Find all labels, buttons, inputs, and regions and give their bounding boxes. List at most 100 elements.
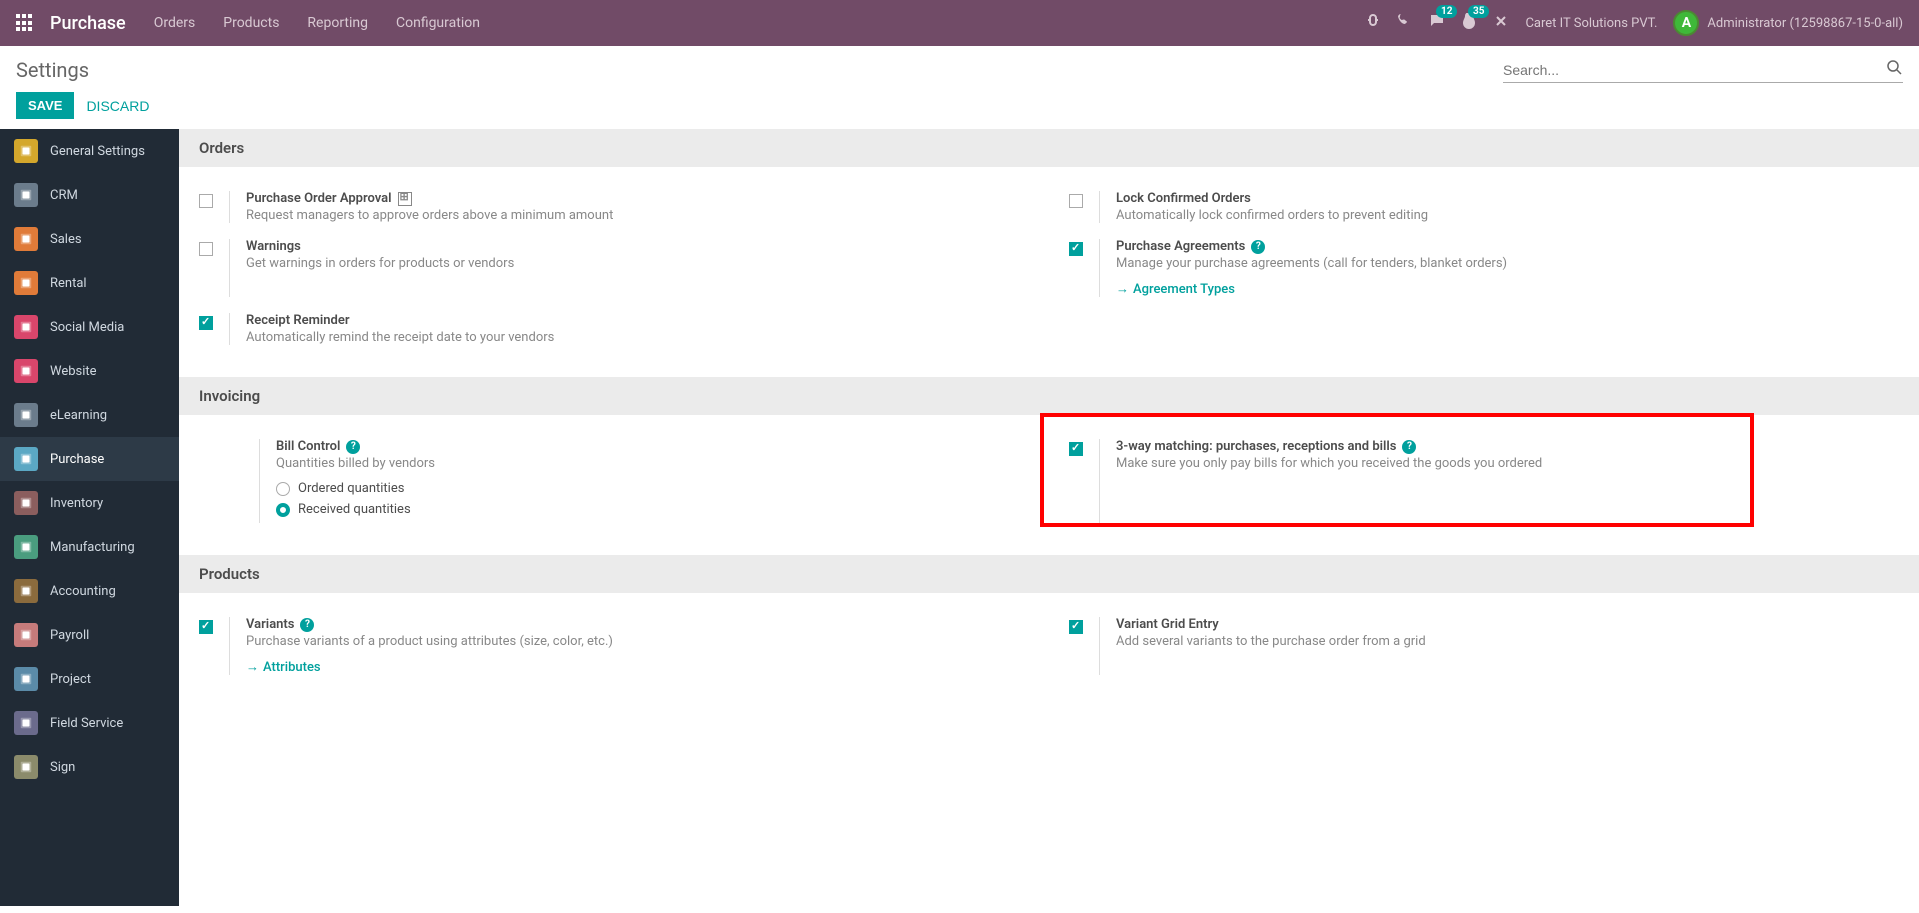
sidebar-item-general-settings[interactable]: General Settings — [0, 129, 179, 173]
sidebar-icon — [14, 711, 38, 735]
sidebar-item-accounting[interactable]: Accounting — [0, 569, 179, 613]
receipt-reminder-checkbox[interactable] — [199, 316, 213, 330]
sidebar-icon — [14, 447, 38, 471]
control-panel: Settings SAVE DISCARD — [0, 46, 1919, 129]
sidebar-item-label: Sign — [50, 760, 75, 775]
sidebar-item-sales[interactable]: Sales — [0, 217, 179, 261]
close-icon[interactable] — [1493, 13, 1509, 33]
sidebar-item-sign[interactable]: Sign — [0, 745, 179, 789]
menu-configuration[interactable]: Configuration — [396, 15, 480, 31]
help-icon[interactable]: ? — [300, 618, 314, 632]
sidebar-item-label: General Settings — [50, 144, 145, 159]
activity-icon[interactable]: 35 — [1461, 13, 1477, 33]
agreements-desc: Manage your purchase agreements (call fo… — [1116, 256, 1899, 271]
section-orders-header: Orders — [179, 129, 1919, 167]
messaging-badge: 12 — [1436, 5, 1457, 18]
sidebar-icon — [14, 535, 38, 559]
debug-icon[interactable] — [1365, 13, 1381, 33]
menu-products[interactable]: Products — [223, 15, 279, 31]
sidebar-icon — [14, 271, 38, 295]
sidebar-item-website[interactable]: Website — [0, 349, 179, 393]
po-approval-checkbox[interactable] — [199, 194, 213, 208]
variant-grid-desc: Add several variants to the purchase ord… — [1116, 634, 1899, 649]
receipt-reminder-title: Receipt Reminder — [246, 313, 1029, 328]
sidebar-item-label: Rental — [50, 276, 87, 291]
section-products-header: Products — [179, 555, 1919, 593]
app-brand[interactable]: Purchase — [50, 13, 126, 34]
po-approval-title: Purchase Order Approval — [246, 191, 392, 206]
sidebar-item-crm[interactable]: CRM — [0, 173, 179, 217]
sidebar-item-purchase[interactable]: Purchase — [0, 437, 179, 481]
received-qty-option[interactable]: Received quantities — [276, 502, 1029, 517]
settings-content: Orders Purchase Order Approval Request m… — [179, 129, 1919, 906]
help-icon[interactable]: ? — [1402, 440, 1416, 454]
sidebar-item-field-service[interactable]: Field Service — [0, 701, 179, 745]
warnings-desc: Get warnings in orders for products or v… — [246, 256, 1029, 271]
sidebar-item-inventory[interactable]: Inventory — [0, 481, 179, 525]
variants-title: Variants — [246, 617, 294, 632]
three-way-desc: Make sure you only pay bills for which y… — [1116, 456, 1899, 471]
search-input[interactable] — [1503, 58, 1887, 82]
sidebar-icon — [14, 667, 38, 691]
sidebar-icon — [14, 359, 38, 383]
sidebar-icon — [14, 623, 38, 647]
sidebar-item-payroll[interactable]: Payroll — [0, 613, 179, 657]
sidebar-item-label: Purchase — [50, 452, 104, 467]
sidebar-item-label: Website — [50, 364, 97, 379]
warnings-title: Warnings — [246, 239, 1029, 254]
sidebar-item-rental[interactable]: Rental — [0, 261, 179, 305]
sidebar-item-label: Project — [50, 672, 91, 687]
top-menu: Orders Products Reporting Configuration — [154, 15, 480, 31]
agreement-types-link[interactable]: → Agreement Types — [1116, 281, 1235, 297]
sidebar-item-project[interactable]: Project — [0, 657, 179, 701]
settings-sidebar: General Settings CRM Sales Rental Social Med… — [0, 129, 179, 906]
search-icon[interactable] — [1887, 60, 1903, 80]
sidebar-item-label: eLearning — [50, 408, 107, 423]
help-icon[interactable]: ? — [346, 440, 360, 454]
agreements-title: Purchase Agreements — [1116, 239, 1245, 254]
receipt-reminder-desc: Automatically remind the receipt date to… — [246, 330, 1029, 345]
sidebar-item-elearning[interactable]: eLearning — [0, 393, 179, 437]
po-approval-desc: Request managers to approve orders above… — [246, 208, 1029, 223]
sidebar-item-social-media[interactable]: Social Media — [0, 305, 179, 349]
top-navbar: Purchase Orders Products Reporting Confi… — [0, 0, 1919, 46]
discard-button[interactable]: DISCARD — [86, 98, 149, 114]
sidebar-item-label: CRM — [50, 188, 78, 203]
sidebar-item-label: Social Media — [50, 320, 124, 335]
menu-orders[interactable]: Orders — [154, 15, 196, 31]
ordered-qty-option[interactable]: Ordered quantities — [276, 481, 1029, 496]
sidebar-icon — [14, 139, 38, 163]
section-invoicing-header: Invoicing — [179, 377, 1919, 415]
sidebar-item-label: Accounting — [50, 584, 116, 599]
page-title: Settings — [16, 58, 149, 82]
three-way-title: 3-way matching: purchases, receptions an… — [1116, 439, 1396, 454]
three-way-checkbox[interactable] — [1069, 442, 1083, 456]
sidebar-icon — [14, 491, 38, 515]
sidebar-icon — [14, 403, 38, 427]
lock-confirmed-desc: Automatically lock confirmed orders to p… — [1116, 208, 1899, 223]
variants-desc: Purchase variants of a product using att… — [246, 634, 1029, 649]
sidebar-icon — [14, 315, 38, 339]
phone-icon[interactable] — [1397, 13, 1413, 33]
sidebar-item-label: Manufacturing — [50, 540, 135, 555]
attributes-link[interactable]: → Attributes — [246, 659, 321, 675]
sidebar-icon — [14, 183, 38, 207]
sidebar-item-manufacturing[interactable]: Manufacturing — [0, 525, 179, 569]
messaging-icon[interactable]: 12 — [1429, 13, 1445, 33]
building-icon — [398, 192, 412, 206]
sidebar-item-label: Inventory — [50, 496, 103, 511]
apps-icon[interactable] — [16, 14, 34, 32]
agreements-checkbox[interactable] — [1069, 242, 1083, 256]
warnings-checkbox[interactable] — [199, 242, 213, 256]
bill-control-desc: Quantities billed by vendors — [276, 456, 1029, 471]
activity-badge: 35 — [1468, 5, 1489, 18]
lock-confirmed-checkbox[interactable] — [1069, 194, 1083, 208]
help-icon[interactable]: ? — [1251, 240, 1265, 254]
save-button[interactable]: SAVE — [16, 92, 74, 119]
company-name[interactable]: Caret IT Solutions PVT. — [1525, 16, 1657, 31]
user-menu[interactable]: A Administrator (12598867-15-0-all) — [1673, 10, 1903, 36]
menu-reporting[interactable]: Reporting — [307, 15, 368, 31]
bill-control-title: Bill Control — [276, 439, 340, 454]
variants-checkbox[interactable] — [199, 620, 213, 634]
variant-grid-checkbox[interactable] — [1069, 620, 1083, 634]
